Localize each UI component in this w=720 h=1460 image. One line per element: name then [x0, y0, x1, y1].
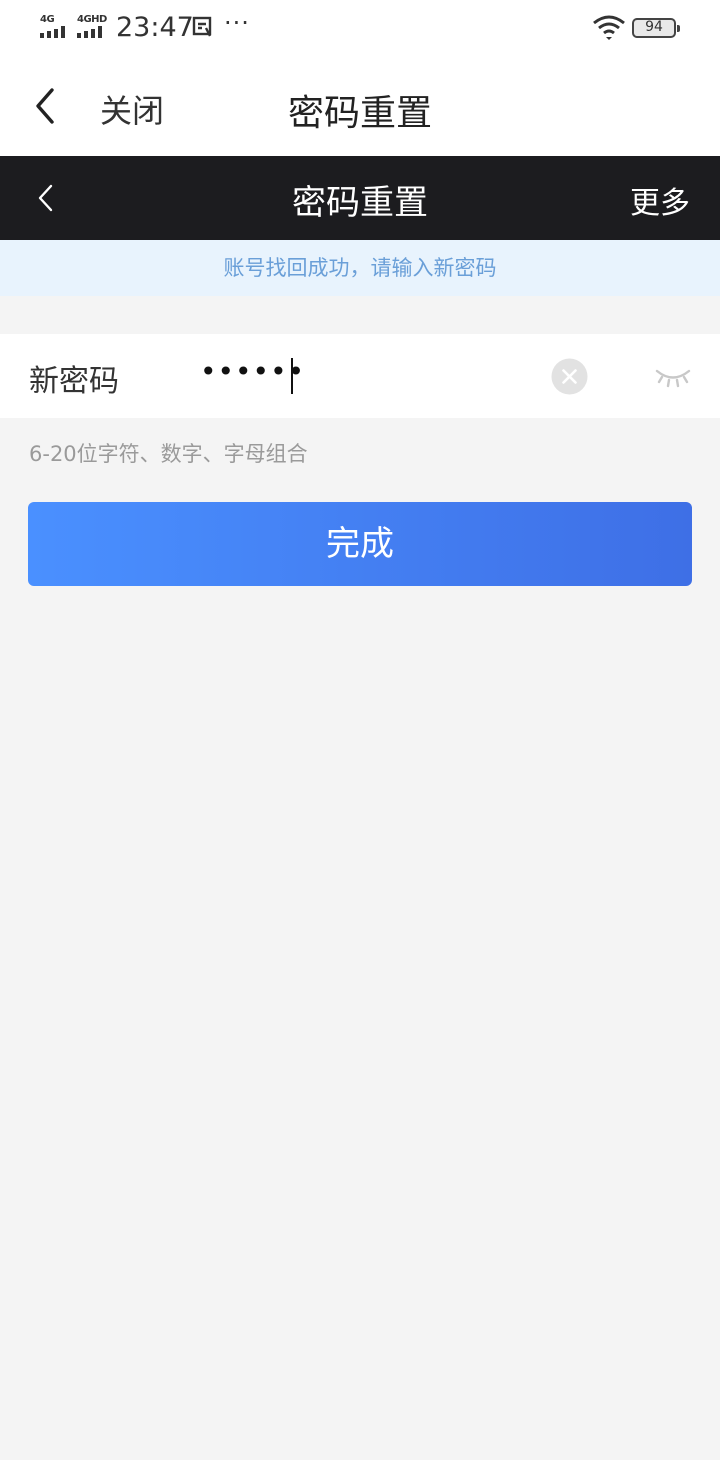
done-button[interactable]: 完成: [28, 502, 692, 586]
eye-closed-icon[interactable]: [654, 362, 692, 390]
battery-level: 94: [645, 19, 663, 35]
text-caret: [291, 358, 293, 394]
header-title: 密码重置: [292, 183, 428, 223]
status-more-icon: ···: [224, 9, 250, 37]
more-button[interactable]: 更多: [630, 178, 690, 222]
signal-label: 4G: [40, 14, 55, 25]
status-bar: 4G 4GHD 23:47 ··· 94: [0, 0, 720, 56]
password-field-row: 新密码 ••••••: [0, 334, 720, 418]
status-time: 23:47: [116, 12, 194, 43]
signal-label: 4GHD: [77, 14, 107, 25]
success-notice: 账号找回成功，请输入新密码: [0, 240, 720, 296]
screenshot-icon: [192, 16, 212, 37]
password-input[interactable]: ••••••: [200, 355, 305, 388]
page-header: 密码重置 更多: [0, 156, 720, 240]
page-title: 密码重置: [287, 93, 432, 134]
password-label: 新密码: [29, 364, 119, 399]
top-nav: 关闭 密码重置: [0, 56, 720, 156]
password-hint: 6-20位字符、数字、字母组合: [29, 442, 308, 466]
wifi-icon: [593, 15, 625, 40]
battery-icon: 94: [632, 18, 680, 38]
clear-icon[interactable]: [551, 358, 588, 395]
